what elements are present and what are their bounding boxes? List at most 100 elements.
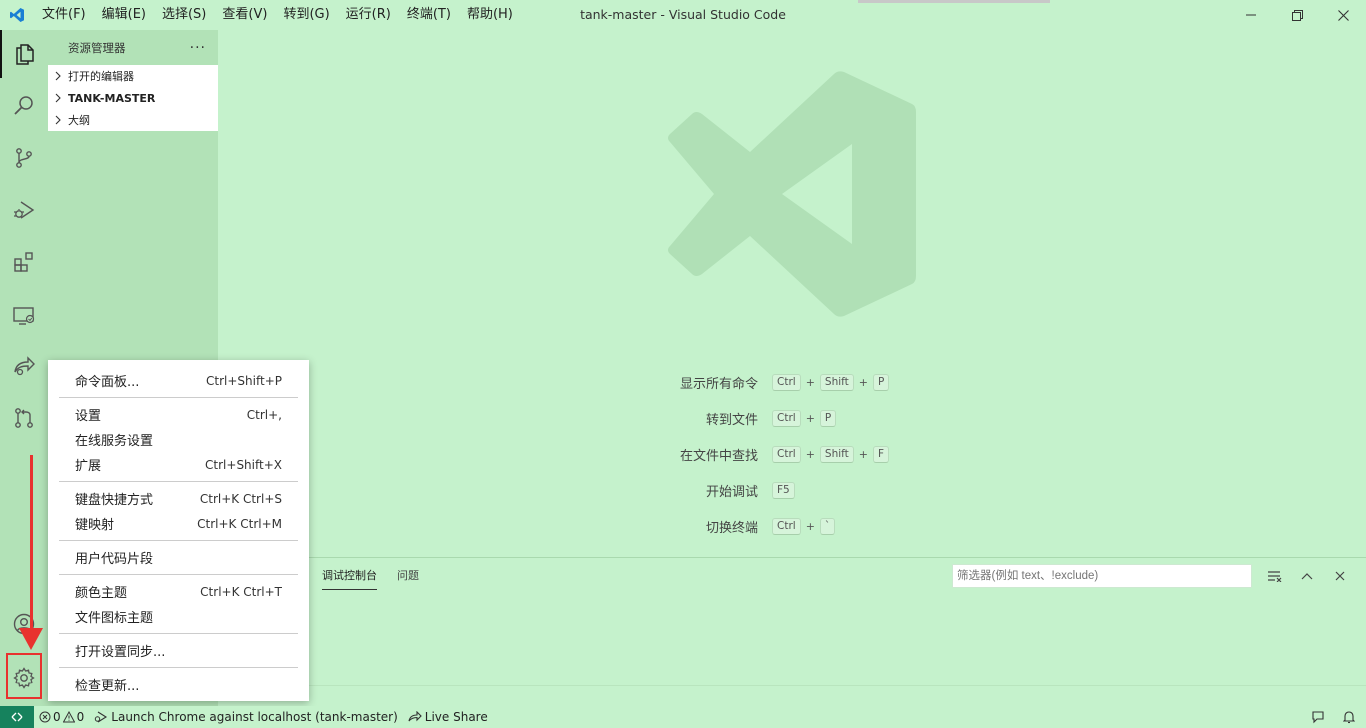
menu-item[interactable]: 帮助(H) <box>459 0 521 30</box>
tab-problems[interactable]: 问题 <box>397 568 419 590</box>
error-count: 0 <box>53 710 61 724</box>
warning-count: 0 <box>76 710 85 724</box>
run-debug-button[interactable] <box>0 186 48 234</box>
pull-requests-button[interactable] <box>0 394 48 442</box>
close-panel-button[interactable] <box>1331 567 1349 585</box>
shortcut-keys: F5 <box>772 481 795 499</box>
context-menu-item[interactable]: 命令面板... Ctrl+Shift+P <box>48 368 309 393</box>
context-menu-item[interactable]: 颜色主题 Ctrl+K Ctrl+T <box>48 579 309 604</box>
window-controls <box>1228 0 1366 30</box>
files-icon <box>16 44 34 65</box>
feedback-icon <box>1312 711 1324 724</box>
menu-item[interactable]: 运行(R) <box>338 0 399 30</box>
live-share-label: Live Share <box>424 710 488 724</box>
context-menu-item[interactable]: 文件图标主题 <box>48 604 309 629</box>
annotation-arrow-head <box>19 628 43 650</box>
menu-item[interactable]: 终端(T) <box>399 0 459 30</box>
more-actions-button[interactable]: ··· <box>190 40 206 56</box>
source-control-button[interactable] <box>0 134 48 182</box>
menu-item-label: 设置 <box>75 409 102 424</box>
shortcut-keys: Ctrl + Shift + F <box>772 445 890 463</box>
notifications-button[interactable] <box>1332 706 1366 728</box>
keycap: Shift <box>819 445 854 463</box>
plus-separator: + <box>805 411 815 425</box>
debug-alt-icon <box>95 711 108 723</box>
menu-separator <box>59 667 298 668</box>
context-menu-item[interactable]: 打开设置同步... <box>48 638 309 663</box>
feedback-button[interactable] <box>1304 706 1332 728</box>
extensions-icon <box>14 252 33 272</box>
keycap: Ctrl <box>772 409 801 427</box>
menu-item[interactable]: 转到(G) <box>275 0 337 30</box>
context-menu-item[interactable]: 扩展 Ctrl+Shift+X <box>48 452 309 477</box>
extensions-button[interactable] <box>0 238 48 286</box>
section-outline[interactable]: 大纲 <box>48 109 218 131</box>
problems-status[interactable]: 0 0 <box>34 706 89 728</box>
shortcut-row: 开始调试 F5 <box>600 472 1000 508</box>
shortcut-row: 转到文件 Ctrl + P <box>600 400 1000 436</box>
restore-button[interactable] <box>1274 0 1320 30</box>
launch-config-status[interactable]: Launch Chrome against localhost (tank-ma… <box>89 706 403 728</box>
minimize-button[interactable] <box>1228 0 1274 30</box>
title-bar: 文件(F) 编辑(E) 选择(S) 查看(V) 转到(G) 运行(R) 终端(T) 帮助(H)… <box>0 0 1366 30</box>
launch-config-label: Launch Chrome against localhost (tank-ma… <box>111 710 398 724</box>
shortcut-label: 切换终端 <box>705 520 758 536</box>
annotation-highlight-box <box>6 653 42 699</box>
menu-separator <box>59 574 298 575</box>
pull-requests-icon <box>15 408 33 428</box>
menu-item-label: 扩展 <box>75 459 102 474</box>
close-icon <box>1335 571 1345 581</box>
shortcut-keys: Ctrl + ` <box>772 517 836 535</box>
explorer-button[interactable] <box>0 30 48 78</box>
sidebar-header: 资源管理器 ··· <box>48 30 218 65</box>
context-menu-item[interactable]: 检查更新... <box>48 672 309 697</box>
shortcut-row: 显示所有命令 Ctrl + Shift + P <box>600 364 1000 400</box>
keycap: ` <box>819 517 836 535</box>
activity-bar <box>0 30 48 706</box>
plus-separator: + <box>805 519 815 533</box>
annotation-arrow-line <box>30 455 33 633</box>
shortcut-label: 开始调试 <box>705 484 758 500</box>
status-right <box>1304 706 1366 728</box>
tab-debug-console[interactable]: 调试控制台 <box>322 568 377 590</box>
keycap: Ctrl <box>772 517 801 535</box>
menu-item-shortcut: Ctrl+K Ctrl+T <box>200 584 282 599</box>
menu-item-shortcut: Ctrl+Shift+P <box>206 373 282 388</box>
sidebar-sections: 打开的编辑器 TANK-MASTER 大纲 <box>48 65 218 131</box>
live-share-button[interactable] <box>0 342 48 390</box>
clear-all-icon <box>1268 571 1282 582</box>
context-menu-item[interactable]: 用户代码片段 <box>48 545 309 570</box>
live-share-icon <box>14 356 35 376</box>
section-open-editors[interactable]: 打开的编辑器 <box>48 65 218 87</box>
remote-indicator[interactable] <box>0 706 34 728</box>
menu-item[interactable]: 选择(S) <box>154 0 214 30</box>
filter-input[interactable] <box>952 564 1252 588</box>
plus-separator: + <box>805 375 815 389</box>
remote-explorer-button[interactable] <box>0 292 48 340</box>
menu-item[interactable]: 文件(F) <box>34 0 94 30</box>
remote-icon <box>11 712 23 722</box>
menu-item[interactable]: 编辑(E) <box>94 0 154 30</box>
search-button[interactable] <box>0 82 48 130</box>
menu-item[interactable]: 查看(V) <box>214 0 275 30</box>
shortcut-keys: Ctrl + Shift + P <box>772 373 890 391</box>
sidebar-title: 资源管理器 <box>68 40 126 55</box>
maximize-panel-button[interactable] <box>1298 567 1316 585</box>
clear-console-button[interactable] <box>1266 567 1284 585</box>
live-share-status[interactable]: Live Share <box>403 706 493 728</box>
search-icon <box>14 96 33 115</box>
keycap: P <box>819 409 837 427</box>
section-label: 大纲 <box>68 114 90 127</box>
close-button[interactable] <box>1320 0 1366 30</box>
context-menu-item[interactable]: 设置 Ctrl+, <box>48 402 309 427</box>
menu-item-label: 命令面板... <box>75 375 140 390</box>
section-tank-master[interactable]: TANK-MASTER <box>48 87 218 109</box>
shortcut-label: 在文件中查找 <box>679 448 758 464</box>
context-menu-item[interactable]: 键映射 Ctrl+K Ctrl+M <box>48 511 309 536</box>
menu-item-shortcut: Ctrl+K Ctrl+S <box>199 491 282 506</box>
chevron-up-icon <box>1301 573 1313 580</box>
context-menu-item[interactable]: 在线服务设置 <box>48 427 309 452</box>
live-share-icon <box>408 711 422 722</box>
context-menu-item[interactable]: 键盘快捷方式 Ctrl+K Ctrl+S <box>48 486 309 511</box>
shortcut-row: 切换终端 Ctrl + ` <box>600 508 1000 544</box>
